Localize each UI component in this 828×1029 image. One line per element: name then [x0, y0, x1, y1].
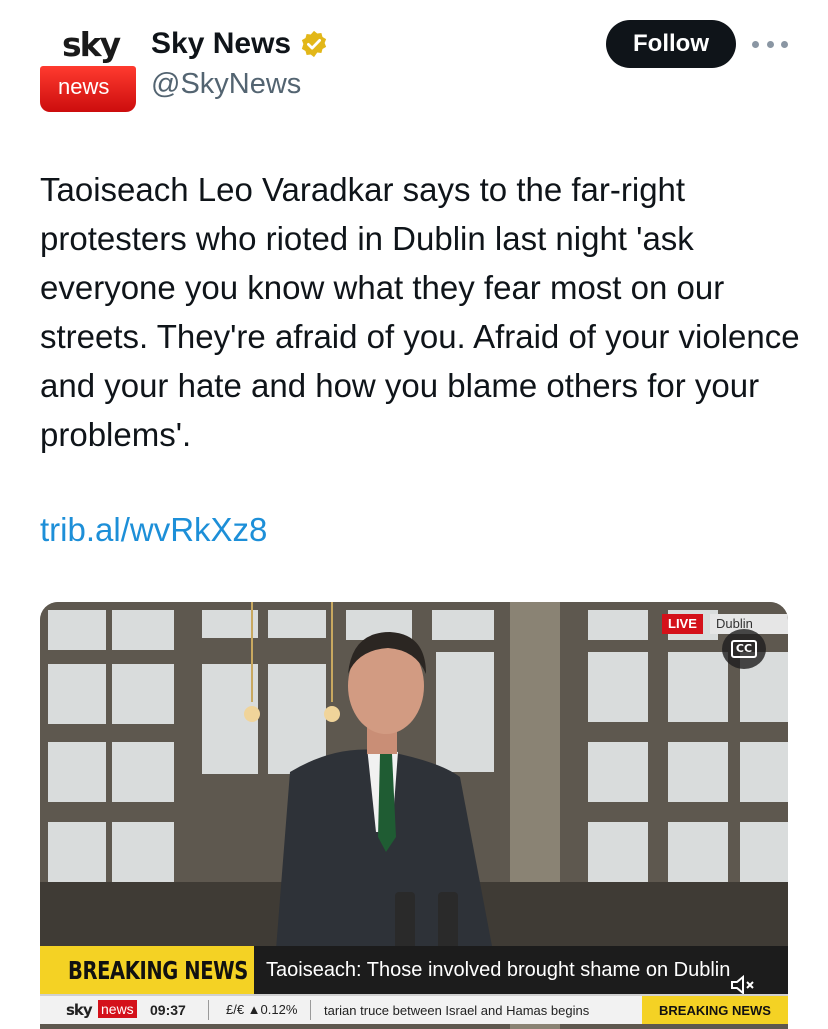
speaker-muted-glyph	[731, 974, 754, 996]
follow-button[interactable]: Follow	[606, 20, 736, 68]
sky-news-avatar[interactable]: sky news	[40, 22, 136, 112]
video-player[interactable]: LIVE Dublin CC BREAKING NEWS Taoiseach: …	[40, 602, 788, 1029]
ticker-divider	[208, 1000, 209, 1020]
breaking-news-label: BREAKING NEWS	[68, 955, 248, 985]
live-tag: LIVE	[662, 614, 703, 634]
tweet-text: Taoiseach Leo Varadkar says to the far-r…	[40, 171, 800, 453]
ticker-fx-rate: £/€ ▲0.12%	[226, 1002, 298, 1017]
avatar-logo-news: news	[58, 74, 110, 99]
ticker-time: 09:37	[150, 1002, 186, 1018]
breaking-news-headline: Taoiseach: Those involved brought shame …	[266, 958, 731, 981]
avatar-logo-sky: sky	[62, 25, 121, 64]
ticker-logo-news: news	[98, 1000, 137, 1018]
speaker-muted-icon[interactable]	[730, 974, 756, 996]
dot	[766, 40, 774, 48]
avatar-logo-news-box: news	[40, 66, 136, 112]
news-ticker: sky news 09:37 £/€ ▲0.12% tarian truce b…	[40, 994, 788, 1024]
more-dots-icon[interactable]	[752, 34, 788, 54]
display-name-text: Sky News	[151, 27, 292, 60]
breaking-news-bar: BREAKING NEWS Taoiseach: Those involved …	[40, 946, 788, 994]
display-name[interactable]: Sky News	[151, 26, 329, 62]
tweet-link[interactable]: trib.al/wvRkXz8	[40, 505, 267, 554]
dot	[752, 40, 759, 48]
dot	[781, 40, 788, 48]
verified-badge-icon	[301, 30, 327, 58]
closed-captions-icon[interactable]: CC	[722, 629, 766, 669]
breaking-news-label-box: BREAKING NEWS	[40, 946, 254, 994]
cc-label: CC	[730, 640, 758, 658]
breaking-news-headline-box: Taoiseach: Those involved brought shame …	[254, 946, 788, 994]
ticker-logo-sky: sky	[66, 1001, 93, 1019]
account-handle[interactable]: @SkyNews	[151, 66, 301, 102]
ticker-scroll-text: tarian truce between Israel and Hamas be…	[324, 1003, 590, 1018]
ticker-breaking-label: BREAKING NEWS	[642, 996, 788, 1024]
ticker-divider	[310, 1000, 311, 1020]
